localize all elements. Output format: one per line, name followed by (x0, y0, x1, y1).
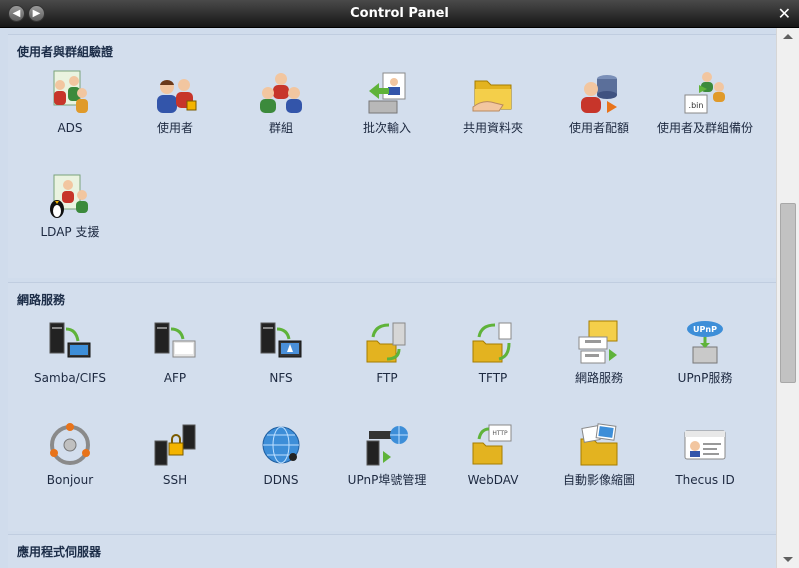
section-network-services: 網路服務 Samba/CIFS AFP NFS FTP TFTP 網路服務 UP… (8, 282, 776, 531)
item-thumbnail[interactable]: 自動影像縮圖 (547, 421, 651, 487)
item-label: Thecus ID (675, 473, 735, 487)
nfs-icon (260, 322, 302, 358)
upnp-port-icon (366, 426, 408, 466)
item-label: ADS (57, 121, 83, 135)
svg-text:HTTP: HTTP (492, 430, 508, 437)
item-user-quota[interactable]: 使用者配額 (547, 69, 651, 135)
item-label: UPnP埠號管理 (347, 473, 427, 487)
thumbnail-icon (580, 423, 618, 466)
item-label: 使用者配額 (568, 121, 629, 135)
ssh-lock-icon (154, 424, 196, 466)
scrollbar-thumb[interactable] (780, 203, 796, 383)
item-web-service[interactable]: 網路服務 (547, 319, 651, 385)
item-label: Samba/CIFS (34, 371, 106, 385)
item-bonjour[interactable]: Bonjour (18, 421, 122, 487)
section-title-user-group: 使用者與群組驗證 (17, 45, 114, 59)
item-group[interactable]: 群組 (229, 69, 333, 135)
item-afp[interactable]: AFP (123, 319, 227, 385)
item-user-group-backup[interactable]: .bin 使用者及群組備份 (653, 69, 757, 135)
item-label: AFP (163, 371, 187, 385)
item-label: WebDAV (467, 473, 519, 487)
item-tftp[interactable]: TFTP (441, 319, 545, 385)
user-icon (157, 79, 197, 113)
item-batch-import[interactable]: 批次輸入 (335, 69, 439, 135)
svg-text:.bin: .bin (689, 101, 704, 110)
item-shared-folder[interactable]: 共用資料夾 (441, 69, 545, 135)
item-label: Bonjour (46, 473, 94, 487)
item-label: TFTP (478, 371, 508, 385)
item-label: SSH (162, 473, 188, 487)
tftp-icon (472, 322, 512, 363)
section-title-app-server: 應用程式伺服器 (17, 545, 102, 559)
control-panel-content: 使用者與群組驗證 ADS 使用者 群組 批次輸入 共用資料夾 使用者配額 .bi… (0, 28, 776, 568)
section-app-server: 應用程式伺服器 (8, 534, 776, 568)
section-title-network-services: 網路服務 (17, 293, 66, 307)
item-label: DDNS (263, 473, 299, 487)
user-quota-icon (581, 75, 617, 113)
upnp-icon: UPnP (687, 321, 723, 364)
item-label: FTP (376, 371, 398, 385)
item-label: 共用資料夾 (462, 121, 523, 135)
ads-users-icon (53, 70, 88, 113)
item-ldap[interactable]: LDAP 支援 (18, 173, 122, 239)
item-ddns[interactable]: DDNS (229, 421, 333, 487)
item-ads[interactable]: ADS (18, 69, 122, 135)
item-nfs[interactable]: NFS (229, 319, 333, 385)
ddns-globe-icon (262, 426, 300, 464)
item-label: 批次輸入 (362, 121, 411, 135)
ftp-icon (366, 322, 406, 363)
close-icon[interactable]: ✕ (778, 4, 791, 23)
item-samba[interactable]: Samba/CIFS (18, 319, 122, 385)
window-title: Control Panel (350, 6, 449, 21)
item-upnp[interactable]: UPnP UPnP服務 (653, 319, 757, 385)
item-ssh[interactable]: SSH (123, 421, 227, 487)
thecus-id-icon (684, 430, 726, 460)
item-label: 網路服務 (574, 371, 623, 385)
scroll-up-icon[interactable] (783, 34, 793, 39)
shared-folder-icon (472, 80, 512, 112)
ldap-penguin-icon (50, 174, 88, 218)
item-label: 使用者及群組備份 (656, 121, 753, 135)
item-ftp[interactable]: FTP (335, 319, 439, 385)
samba-icon (49, 322, 91, 358)
vertical-scrollbar[interactable] (776, 28, 799, 568)
title-bar: ◀ ▶ Control Panel ✕ (0, 0, 799, 28)
afp-icon (154, 322, 196, 358)
webdav-icon: HTTP (472, 424, 512, 465)
item-label: NFS (269, 371, 293, 385)
section-user-group: 使用者與群組驗證 ADS 使用者 群組 批次輸入 共用資料夾 使用者配額 .bi… (8, 34, 776, 278)
group-icon (260, 73, 302, 113)
bonjour-icon (50, 423, 90, 465)
item-label: LDAP 支援 (40, 225, 100, 239)
item-upnp-port[interactable]: UPnP埠號管理 (335, 421, 439, 487)
item-label: UPnP服務 (677, 371, 733, 385)
backup-bin-icon: .bin (684, 72, 725, 114)
web-service-icon (578, 320, 618, 364)
scroll-down-icon[interactable] (783, 557, 793, 562)
item-label: 群組 (268, 121, 293, 135)
item-thecus-id[interactable]: Thecus ID (653, 421, 757, 487)
batch-import-icon (368, 72, 406, 114)
svg-text:UPnP: UPnP (693, 325, 717, 334)
item-user[interactable]: 使用者 (123, 69, 227, 135)
item-label: 自動影像縮圖 (562, 473, 635, 487)
item-webdav[interactable]: HTTP WebDAV (441, 421, 545, 487)
item-label: 使用者 (156, 121, 193, 135)
